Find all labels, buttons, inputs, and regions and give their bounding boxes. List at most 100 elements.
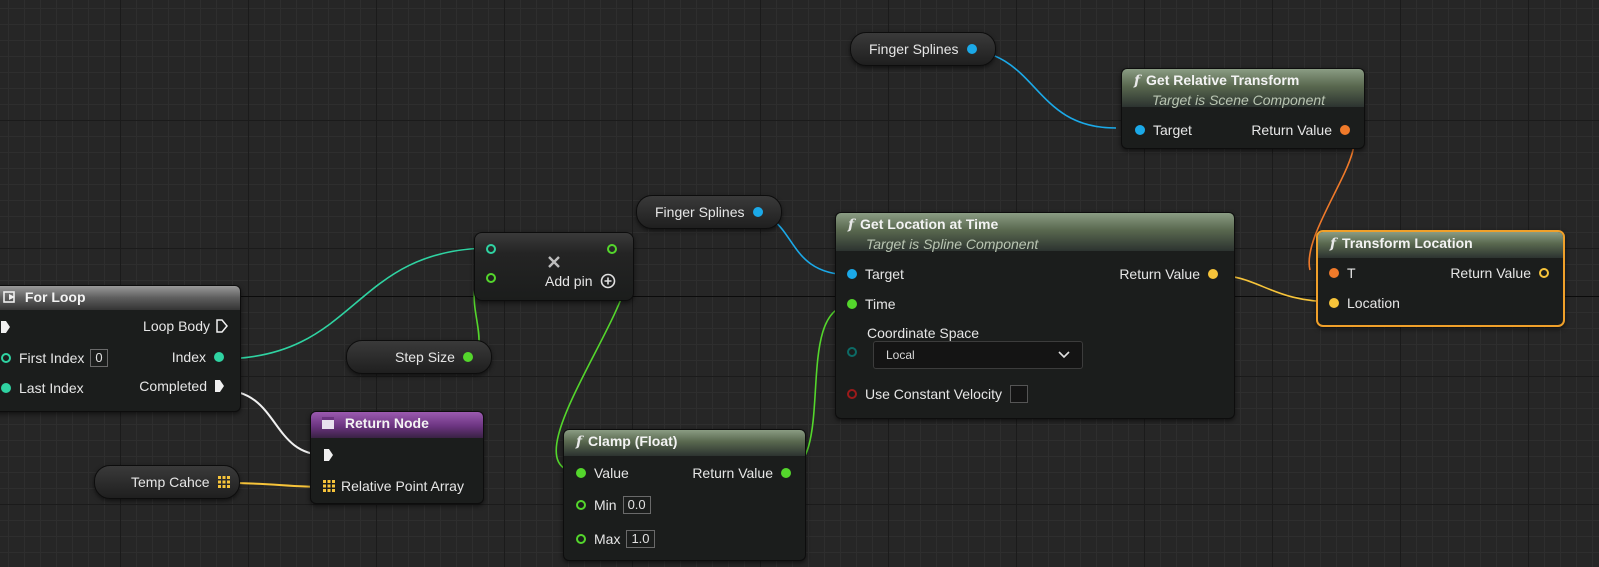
float-pin[interactable] xyxy=(576,500,586,510)
vector-pin[interactable] xyxy=(1329,298,1339,308)
variable-label: Finger Splines xyxy=(655,204,745,220)
pin-label: Location xyxy=(1347,295,1400,311)
first-index-input[interactable]: 0 xyxy=(90,349,108,367)
array-pin-icon[interactable] xyxy=(323,480,335,492)
node-title: Return Node xyxy=(344,415,429,431)
array-pin-icon[interactable] xyxy=(217,476,230,488)
add-input-pin-a[interactable] xyxy=(486,244,496,254)
get-relative-transform-node[interactable]: f Get Relative Transform Target is Scene … xyxy=(1121,68,1365,149)
pin-label: Use Constant Velocity xyxy=(865,386,1002,402)
return-output-row: Return Value xyxy=(1450,265,1549,281)
int-pin[interactable] xyxy=(1,383,11,393)
pin-label: Return Value xyxy=(692,465,773,481)
transform-location-node[interactable]: f Transform Location T Return Value Locat… xyxy=(1316,230,1565,327)
node-subtitle: Target is Spline Component xyxy=(866,236,1039,252)
object-pin[interactable] xyxy=(966,44,977,54)
step-size-variable[interactable]: Step Size xyxy=(346,340,492,374)
temp-cache-variable[interactable]: Temp Cahce xyxy=(94,465,240,499)
pin-label: Last Index xyxy=(19,380,84,396)
node-title: For Loop xyxy=(24,289,86,305)
first-index-row: First Index 0 xyxy=(1,349,108,367)
pin-label: Relative Point Array xyxy=(341,478,464,494)
pin-label: Loop Body xyxy=(143,318,210,334)
constant-velocity-checkbox[interactable] xyxy=(1009,385,1028,403)
time-input-row: Time xyxy=(847,296,896,312)
pin-label: Max xyxy=(594,531,621,547)
target-input-row: Target xyxy=(847,266,904,282)
transform-pin[interactable] xyxy=(1340,125,1350,135)
return-icon xyxy=(322,417,334,429)
vector-pin[interactable] xyxy=(1539,268,1549,278)
return-output-row: Return Value xyxy=(1119,266,1218,282)
target-pin[interactable] xyxy=(847,269,857,279)
plus-circle-icon xyxy=(601,273,616,289)
return-output-row: Return Value xyxy=(692,465,791,481)
min-input-row: Min 0.0 xyxy=(576,496,651,514)
float-pin[interactable] xyxy=(781,468,791,478)
exec-output-pin[interactable] xyxy=(216,319,228,333)
location-input-row: Location xyxy=(1329,295,1400,311)
target-pin[interactable] xyxy=(1135,125,1145,135)
pin-label: Completed xyxy=(139,378,207,394)
completed-row: Completed xyxy=(139,378,224,394)
add-output-pin[interactable] xyxy=(607,244,617,254)
int-pin[interactable] xyxy=(214,352,224,362)
node-header: Return Node xyxy=(311,412,483,438)
bool-pin[interactable] xyxy=(847,389,857,399)
enum-pin[interactable] xyxy=(847,347,857,357)
return-output-row: Return Value xyxy=(1251,122,1350,138)
function-icon: f xyxy=(848,217,855,233)
pin-label: Time xyxy=(865,296,896,312)
max-input[interactable]: 1.0 xyxy=(626,530,655,548)
function-icon: f xyxy=(1330,236,1337,252)
int-pin[interactable] xyxy=(1,353,11,363)
pin-label: Return Value xyxy=(1119,266,1200,282)
return-node[interactable]: Return Node Relative Point Array xyxy=(310,411,484,504)
min-input[interactable]: 0.0 xyxy=(622,496,651,514)
pin-label: Value xyxy=(594,465,629,481)
node-header: f Get Relative Transform Target is Scene … xyxy=(1122,69,1364,108)
coordinate-space-label: Coordinate Space xyxy=(867,325,980,341)
coordinate-space-dropdown[interactable]: Local xyxy=(873,341,1083,369)
chevron-down-icon xyxy=(1058,351,1070,359)
get-location-at-time-node[interactable]: f Get Location at Time Target is Spline C… xyxy=(835,212,1235,419)
exec-input-pin[interactable] xyxy=(1,321,10,333)
finger-splines-variable-top[interactable]: Finger Splines xyxy=(850,32,996,66)
function-icon: f xyxy=(576,434,583,450)
for-loop-node[interactable]: For Loop Loop Body First Index 0 Index L… xyxy=(0,285,241,412)
add-input-pin-b[interactable] xyxy=(486,273,496,283)
node-header: f Clamp (Float) xyxy=(564,430,805,456)
index-output-row: Index xyxy=(172,349,224,365)
last-index-row: Last Index xyxy=(1,380,84,396)
clamp-float-node[interactable]: f Clamp (Float) Value Return Value Min 0.… xyxy=(563,429,806,561)
exec-output-pin[interactable] xyxy=(215,380,224,392)
node-title: Get Relative Transform xyxy=(1146,72,1300,88)
add-node[interactable]: Add pin xyxy=(474,232,634,301)
vector-pin[interactable] xyxy=(1208,269,1218,279)
float-pin[interactable] xyxy=(576,534,586,544)
time-pin[interactable] xyxy=(847,299,857,309)
pin-label: Return Value xyxy=(1450,265,1531,281)
float-pin[interactable] xyxy=(462,352,473,362)
float-pin[interactable] xyxy=(576,468,586,478)
exec-input-pin[interactable] xyxy=(324,449,333,461)
object-pin[interactable] xyxy=(752,207,763,217)
exec-input-row xyxy=(1,321,10,333)
coordinate-space-row xyxy=(847,347,857,357)
target-input-row: Target xyxy=(1135,122,1192,138)
pin-label: Target xyxy=(865,266,904,282)
node-title: Transform Location xyxy=(1342,235,1473,251)
add-pin-button[interactable]: Add pin xyxy=(545,273,616,289)
cross-icon[interactable] xyxy=(547,255,561,269)
node-header: For Loop xyxy=(0,286,240,310)
t-input-row: T xyxy=(1329,265,1356,281)
pin-label: Target xyxy=(1153,122,1192,138)
transform-pin[interactable] xyxy=(1329,268,1339,278)
exec-input-row xyxy=(324,449,333,461)
add-pin-label: Add pin xyxy=(545,273,593,289)
loop-body-row: Loop Body xyxy=(143,318,228,334)
variable-label: Temp Cahce xyxy=(131,474,210,490)
variable-label: Finger Splines xyxy=(869,41,959,57)
constant-velocity-row: Use Constant Velocity xyxy=(847,385,1028,403)
finger-splines-variable-mid[interactable]: Finger Splines xyxy=(636,195,782,229)
